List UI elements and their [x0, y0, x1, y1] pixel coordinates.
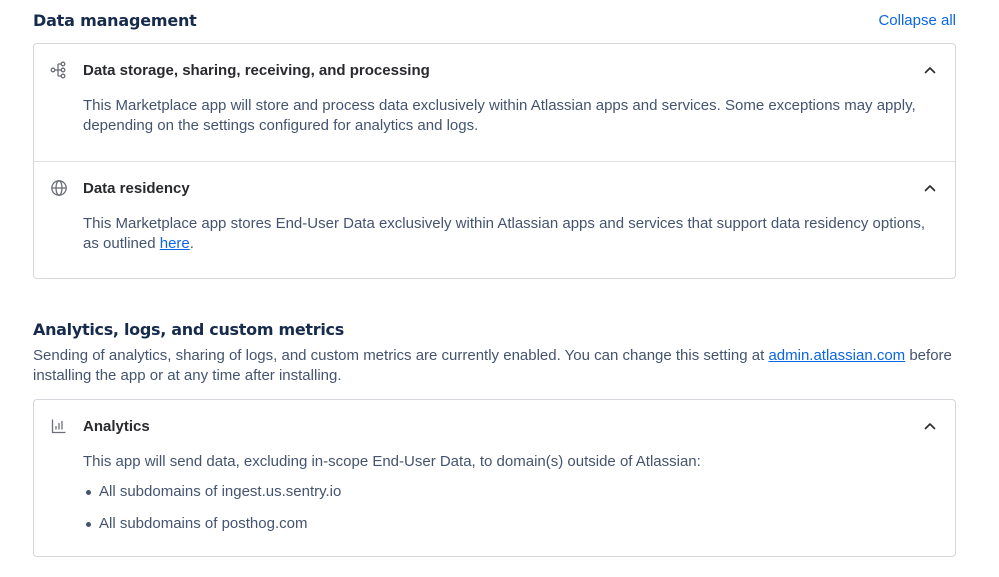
body-text-end: .	[189, 235, 194, 252]
accordion-title: Data storage, sharing, receiving, and pr…	[83, 61, 430, 79]
section-title-analytics: Analytics, logs, and custom metrics	[33, 320, 344, 339]
accordion-item-data-residency: Data residency This Marketplace app stor…	[34, 161, 955, 278]
data-management-header: Data management Collapse all	[33, 8, 956, 32]
accordion-body: This Marketplace app will store and proc…	[34, 96, 955, 136]
accordion-body: This Marketplace app stores End-User Dat…	[34, 214, 955, 254]
section-title-data-management: Data management	[33, 10, 197, 30]
here-link[interactable]: here	[160, 235, 190, 252]
accordion-header-data-residency[interactable]: Data residency	[34, 162, 955, 214]
accordion-title: Analytics	[83, 417, 150, 435]
accordion-title: Data residency	[83, 179, 190, 197]
collapse-all-link[interactable]: Collapse all	[878, 12, 956, 29]
list-item: All subdomains of ingest.us.sentry.io	[83, 482, 931, 514]
accordion-body-text: This Marketplace app stores End-User Dat…	[83, 214, 931, 254]
accordion-header-data-storage[interactable]: Data storage, sharing, receiving, and pr…	[34, 44, 955, 96]
chevron-up-icon[interactable]	[923, 181, 937, 195]
analytics-card: Analytics This app will send data, exclu…	[33, 399, 956, 557]
analytics-description: Sending of analytics, sharing of logs, a…	[33, 346, 953, 386]
accordion-item-analytics: Analytics This app will send data, exclu…	[34, 400, 955, 546]
data-management-card: Data storage, sharing, receiving, and pr…	[33, 43, 956, 279]
data-flow-icon	[50, 61, 68, 79]
accordion-header-analytics[interactable]: Analytics	[34, 400, 955, 452]
domain-list: All subdomains of ingest.us.sentry.io Al…	[83, 482, 931, 546]
chevron-up-icon[interactable]	[923, 63, 937, 77]
bar-chart-icon	[50, 417, 68, 435]
accordion-item-data-storage: Data storage, sharing, receiving, and pr…	[34, 44, 955, 161]
body-text-start: This Marketplace app stores End-User Dat…	[83, 215, 926, 252]
analytics-intro: This app will send data, excluding in-sc…	[83, 453, 701, 470]
desc-text-start: Sending of analytics, sharing of logs, a…	[33, 347, 769, 364]
chevron-up-icon[interactable]	[923, 419, 937, 433]
accordion-body-text: This Marketplace app will store and proc…	[83, 97, 916, 134]
globe-icon	[50, 179, 68, 197]
admin-atlassian-link[interactable]: admin.atlassian.com	[768, 347, 905, 364]
accordion-body: This app will send data, excluding in-sc…	[34, 452, 955, 546]
list-item: All subdomains of posthog.com	[83, 514, 931, 546]
